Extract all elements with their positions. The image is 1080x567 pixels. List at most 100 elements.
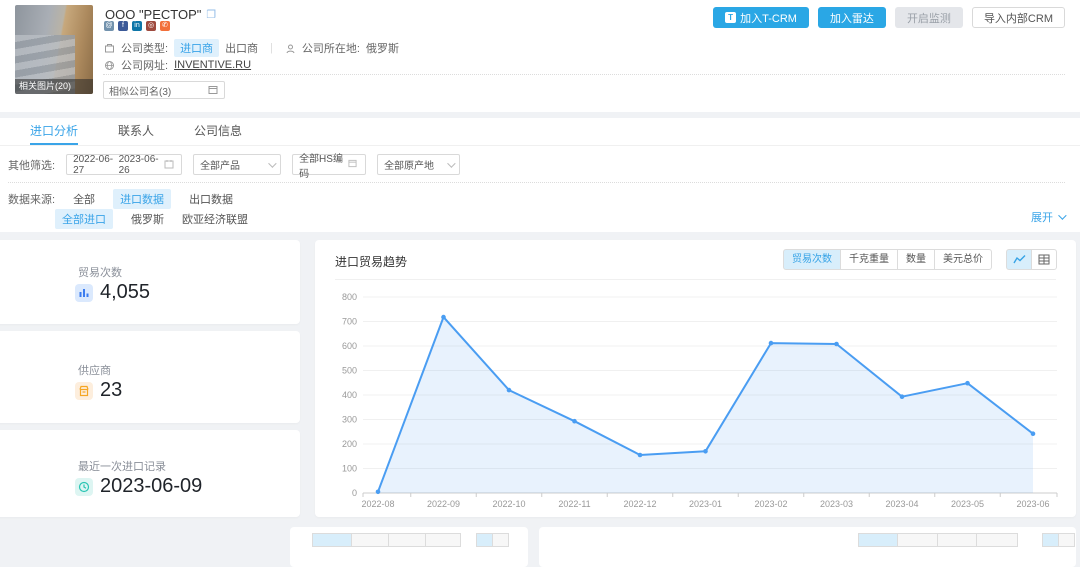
type-tag-importer[interactable]: 进口商 <box>174 39 219 57</box>
location-value: 俄罗斯 <box>366 40 399 56</box>
data-source-label: 数据来源: <box>8 191 55 207</box>
metric-toggle-group[interactable] <box>859 533 1018 547</box>
sub-source-row: 全部进口 俄罗斯 欧亚经济联盟 <box>55 209 248 229</box>
website-link[interactable]: INVENTIVE.RU <box>174 59 251 71</box>
svg-text:0: 0 <box>352 488 357 498</box>
stat-label: 供应商 <box>78 362 111 378</box>
window-icon <box>208 85 219 96</box>
stat-card-last-import: 最近一次进口记录 2023-06-09 <box>0 430 300 517</box>
line-chart-icon[interactable] <box>1006 249 1032 270</box>
svg-text:2022-09: 2022-09 <box>427 499 460 509</box>
sub-source-russia[interactable]: 俄罗斯 <box>131 211 164 227</box>
instagram-icon[interactable]: ◎ <box>146 21 156 31</box>
stat-label: 最近一次进口记录 <box>78 458 166 474</box>
page: 相关图片(20) OOO "PECTOP" ❐ @ f in ◎ ✆ 公司类型:… <box>0 0 1080 537</box>
chart-toolbar: 贸易次数 千克重量 数量 美元总价 <box>783 249 1057 270</box>
stat-value: 2023-06-09 <box>100 475 202 498</box>
blog-icon[interactable]: @ <box>104 21 114 31</box>
location-icon <box>285 43 296 54</box>
linkedin-icon[interactable]: in <box>132 21 142 31</box>
product-select-value: 全部产品 <box>200 157 240 172</box>
add-tcrm-label: 加入T-CRM <box>740 10 797 26</box>
header-separator <box>103 74 1065 75</box>
date-range-picker[interactable]: 2022-06-27 2023-06-26 <box>66 154 182 175</box>
add-radar-button[interactable]: 加入雷达 <box>818 7 886 28</box>
related-images-caption[interactable]: 相关图片(20) <box>15 79 93 94</box>
analysis-section: 进口分析 联系人 公司信息 其他筛选: 2022-06-27 2023-06-2… <box>0 118 1080 232</box>
filters-separator <box>8 182 1065 183</box>
stat-value: 4,055 <box>100 281 150 304</box>
expand-label: 展开 <box>1031 209 1053 225</box>
source-export-data[interactable]: 出口数据 <box>189 191 233 207</box>
metric-kg-weight[interactable]: 千克重量 <box>840 249 898 270</box>
bar-chart-icon <box>75 284 93 302</box>
stat-card-trade-count: 贸易次数 4,055 <box>0 240 300 324</box>
tab-bar: 进口分析 联系人 公司信息 <box>0 118 1080 146</box>
website-label: 公司网址: <box>121 57 168 73</box>
svg-text:700: 700 <box>342 317 357 327</box>
stat-label: 贸易次数 <box>78 264 122 280</box>
company-header: 相关图片(20) OOO "PECTOP" ❐ @ f in ◎ ✆ 公司类型:… <box>0 0 1080 112</box>
import-trend-card: 进口贸易趋势 贸易次数 千克重量 数量 美元总价 0 100 200 300 400 50… <box>315 240 1076 517</box>
stat-card-suppliers: 供应商 23 <box>0 331 300 423</box>
expand-link[interactable]: 展开 <box>1031 209 1064 225</box>
svg-text:500: 500 <box>342 366 357 376</box>
metric-usd-total[interactable]: 美元总价 <box>934 249 992 270</box>
similar-companies-value: 相似公司名(3) <box>109 83 171 98</box>
tab-company-info[interactable]: 公司信息 <box>194 118 242 145</box>
bottom-left-card <box>290 527 528 567</box>
table-icon[interactable] <box>1031 249 1057 270</box>
chart-separator <box>335 279 1056 280</box>
svg-text:2022-08: 2022-08 <box>361 499 394 509</box>
source-import-data[interactable]: 进口数据 <box>113 189 171 209</box>
type-tag-exporter[interactable]: 出口商 <box>225 40 258 56</box>
origin-select[interactable]: 全部原产地 <box>377 154 460 175</box>
metric-trade-count[interactable]: 贸易次数 <box>783 249 841 270</box>
sub-source-eaeu[interactable]: 欧亚经济联盟 <box>182 211 248 227</box>
chevron-down-icon <box>447 159 455 167</box>
copy-icon[interactable]: ❐ <box>206 8 216 21</box>
svg-text:800: 800 <box>342 292 357 302</box>
other-filters-label: 其他筛选: <box>8 157 55 173</box>
phone-icon[interactable]: ✆ <box>160 21 170 31</box>
shop-icon <box>75 382 93 400</box>
svg-text:2022-11: 2022-11 <box>558 499 590 509</box>
view-toggle-group[interactable] <box>477 533 509 547</box>
facebook-icon[interactable]: f <box>118 21 128 31</box>
date-start[interactable]: 2022-06-27 <box>73 154 114 176</box>
header-actions: T 加入T-CRM 加入雷达 开启监测 导入内部CRM <box>713 7 1065 28</box>
chevron-down-icon <box>1058 211 1066 219</box>
tab-contacts[interactable]: 联系人 <box>118 118 154 145</box>
svg-text:2023-01: 2023-01 <box>689 499 722 509</box>
date-end[interactable]: 2023-06-26 <box>119 154 160 176</box>
svg-text:400: 400 <box>342 390 357 400</box>
chart-title: 进口贸易趋势 <box>335 253 407 270</box>
start-monitor-button[interactable]: 开启监测 <box>895 7 963 28</box>
globe-icon <box>104 60 115 71</box>
stat-value: 23 <box>100 379 122 402</box>
svg-text:2023-04: 2023-04 <box>885 499 918 509</box>
tab-import-analysis[interactable]: 进口分析 <box>30 118 78 145</box>
view-toggle-group[interactable] <box>1043 533 1075 547</box>
import-crm-button[interactable]: 导入内部CRM <box>972 7 1065 28</box>
metric-toggle-group: 贸易次数 千克重量 数量 美元总价 <box>783 249 992 270</box>
source-all[interactable]: 全部 <box>73 191 95 207</box>
hs-code-value: 全部HS编码 <box>299 150 348 180</box>
hs-code-select[interactable]: 全部HS编码 <box>292 154 366 175</box>
svg-text:100: 100 <box>342 464 357 474</box>
svg-text:300: 300 <box>342 415 357 425</box>
sub-source-all-import[interactable]: 全部进口 <box>55 209 113 229</box>
company-photo[interactable]: 相关图片(20) <box>15 5 93 94</box>
window-icon <box>348 159 359 170</box>
company-type-icon <box>104 43 115 54</box>
view-toggle-group <box>1006 249 1057 270</box>
svg-text:600: 600 <box>342 341 357 351</box>
import-trend-line-chart[interactable]: 0 100 200 300 400 500 600 700 800 2022-08 2022-09 2… <box>325 288 1065 513</box>
svg-text:200: 200 <box>342 439 357 449</box>
metric-quantity[interactable]: 数量 <box>897 249 935 270</box>
metric-toggle-group[interactable] <box>313 533 461 547</box>
add-tcrm-button[interactable]: T 加入T-CRM <box>713 7 809 28</box>
similar-companies-select[interactable]: 相似公司名(3) <box>103 81 225 99</box>
location-label: 公司所在地: <box>302 40 360 56</box>
product-select[interactable]: 全部产品 <box>193 154 281 175</box>
